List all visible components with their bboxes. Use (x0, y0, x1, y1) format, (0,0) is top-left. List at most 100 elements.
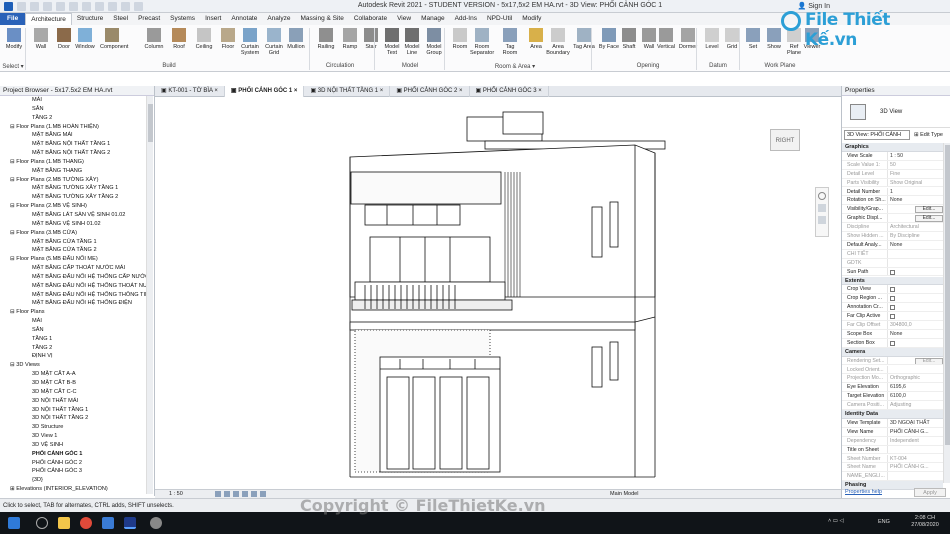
chrome-icon[interactable] (80, 517, 92, 529)
checkbox[interactable] (890, 305, 895, 311)
zoom-icon[interactable] (818, 204, 826, 212)
browser-view-item[interactable]: PHỐI CẢNH GÓC 1 (0, 450, 146, 459)
browser-view-item[interactable]: MÁI (0, 317, 146, 326)
ribbon-tab-modify[interactable]: Modify (517, 13, 546, 25)
browser-folder[interactable]: ⊟ Floor Plans (2.MB VỆ SINH) (0, 202, 146, 211)
browser-view-item[interactable]: {3D} (0, 476, 146, 485)
browser-view-item[interactable]: SÂN (0, 105, 146, 114)
browser-folder[interactable]: ⊟ Floor Plans (3.MB CỬA) (0, 229, 146, 238)
property-value[interactable] (887, 303, 943, 312)
sun-path-icon[interactable] (233, 491, 239, 497)
property-value[interactable]: 6100,0 (887, 392, 943, 401)
properties-section-camera[interactable]: Camera (842, 347, 943, 357)
section-icon[interactable] (121, 2, 130, 11)
ribbon-button-column-5[interactable]: Column (142, 27, 166, 61)
navigation-bar[interactable] (815, 187, 829, 237)
browser-view-item[interactable]: MẶT BẰNG TƯỜNG XÂY TẦNG 2 (0, 193, 146, 202)
ribbon-button-floor-8[interactable]: Floor (216, 27, 240, 61)
browser-view-item[interactable]: MÁI (0, 96, 146, 105)
type-selector[interactable]: 3D View (842, 96, 950, 128)
ribbon-button-model-group-17[interactable]: Model Group (422, 27, 446, 61)
view-tab-3[interactable]: ▣ PHỐI CẢNH GÓC 2 × (390, 86, 470, 97)
property-value[interactable] (887, 267, 943, 276)
properties-scrollbar[interactable] (943, 143, 950, 483)
steering-wheel-icon[interactable] (818, 192, 826, 200)
edit-button[interactable]: Edit... (915, 215, 943, 223)
browser-view-item[interactable]: SÂN (0, 326, 146, 335)
property-value[interactable]: 1 : 50 (887, 151, 943, 160)
ribbon-button-room-18[interactable]: Room (448, 27, 472, 61)
browser-view-item[interactable]: MẶT BẰNG CỬA TẦNG 1 (0, 238, 146, 247)
clock[interactable]: 2:08 CH 27/08/2020 (905, 515, 945, 529)
revit-taskbar-icon[interactable] (124, 517, 136, 529)
thin-lines-icon[interactable] (134, 2, 143, 11)
view-scale[interactable]: 1 : 50 (169, 491, 183, 497)
browser-view-item[interactable]: 3D NỘI THẤT MÁI (0, 397, 146, 406)
instance-selector[interactable]: 3D View: PHỐI CẢNH (844, 130, 910, 140)
property-value[interactable] (887, 312, 943, 320)
close-icon[interactable]: × (292, 88, 298, 94)
undo-icon[interactable] (43, 2, 52, 11)
property-value[interactable] (887, 445, 943, 454)
close-icon[interactable]: × (213, 88, 218, 94)
view-tab-2[interactable]: ▣ 3D NỘI THẤT TẦNG 1 × (304, 86, 391, 97)
browser-view-item[interactable]: MẶT BẰNG ĐẤU NỐI HỆ THỐNG THÔNG TIN (0, 291, 146, 300)
ribbon-tab-add-ins[interactable]: Add-Ins (450, 13, 482, 25)
redo-icon[interactable] (56, 2, 65, 11)
property-value[interactable] (887, 285, 943, 294)
ribbon-button-railing-12[interactable]: Railing (314, 27, 338, 61)
ribbon-button-ceiling-7[interactable]: Ceiling (192, 27, 216, 61)
ribbon-tab-structure[interactable]: Structure (72, 13, 108, 25)
edit-button[interactable]: Edit... (915, 206, 943, 214)
property-value[interactable] (887, 294, 943, 303)
ribbon-button-model-line-16[interactable]: Model Line (400, 27, 424, 61)
search-icon[interactable] (36, 517, 48, 529)
crop-view-icon[interactable] (251, 491, 257, 497)
ribbon-tab-analyze[interactable]: Analyze (262, 13, 295, 25)
property-value[interactable] (887, 338, 943, 347)
browser-view-item[interactable]: MẶT BẰNG ĐẤU NỐI HỆ THỐNG CẤP NƯỚC (0, 273, 146, 282)
text-icon[interactable] (95, 2, 104, 11)
browser-view-item[interactable]: MẶT BẰNG THANG (0, 167, 146, 176)
ribbon-group-select[interactable]: Select ▾ (0, 63, 26, 70)
ribbon-tab-file[interactable]: File (0, 13, 26, 25)
lock-view-icon[interactable] (260, 491, 266, 497)
browser-view-item[interactable]: MẶT BẰNG ĐẤU NỐI HỆ THỐNG THOÁT NƯỚC (0, 282, 146, 291)
browser-view-item[interactable]: MẶT BẰNG MÁI (0, 131, 146, 140)
browser-view-item[interactable]: PHỐI CẢNH GÓC 2 (0, 459, 146, 468)
volume-icon[interactable]: ◁ (839, 518, 843, 524)
property-value[interactable]: None (887, 329, 943, 338)
close-icon[interactable]: × (457, 88, 463, 94)
shadows-icon[interactable] (242, 491, 248, 497)
word-icon[interactable] (102, 517, 114, 529)
ribbon-button-tag-room-20[interactable]: Tag Room (498, 27, 522, 61)
open-icon[interactable] (17, 2, 26, 11)
ribbon-button-window-3[interactable]: Window (73, 27, 97, 61)
view-tab-1[interactable]: ▣ PHỐI CẢNH GÓC 1 × (224, 86, 305, 97)
ribbon-tab-annotate[interactable]: Annotate (226, 13, 262, 25)
orbit-icon[interactable] (818, 216, 826, 224)
ribbon-tab-precast[interactable]: Precast (133, 13, 165, 25)
browser-folder[interactable]: ⊞ Elevations (INTERIOR_ELEVATION) (0, 485, 146, 494)
close-icon[interactable]: × (537, 88, 542, 94)
ribbon-button-curtain-grid-10[interactable]: Curtain Grid (262, 27, 286, 61)
property-value[interactable]: 6195,6 (887, 383, 943, 392)
ribbon-button-wall-1[interactable]: Wall (29, 27, 53, 61)
ribbon-button-mullion-11[interactable]: Mullion (284, 27, 308, 61)
apply-button[interactable]: Apply (914, 488, 946, 497)
measure-icon[interactable] (82, 2, 91, 11)
browser-view-item[interactable]: 3D MẶT CẮT A-A (0, 370, 146, 379)
ribbon-button-room-separator-19[interactable]: Room Separator (470, 27, 494, 61)
ribbon-tab-collaborate[interactable]: Collaborate (349, 13, 392, 25)
properties-section-identity-data[interactable]: Identity Data (842, 410, 943, 419)
drawing-canvas[interactable]: RIGHT (155, 97, 841, 489)
ribbon-button-component-4[interactable]: Component (100, 27, 128, 61)
checkbox[interactable] (890, 287, 895, 293)
ribbon-tab-npd-util[interactable]: NPD-Util (482, 13, 517, 25)
edit-button[interactable]: Edit... (915, 357, 943, 365)
browser-scrollbar[interactable] (146, 96, 153, 494)
browser-view-item[interactable]: TẦNG 1 (0, 335, 146, 344)
view-tab-4[interactable]: ▣ PHỐI CẢNH GÓC 3 × (470, 86, 549, 97)
checkbox[interactable] (890, 269, 895, 275)
ribbon-tab-view[interactable]: View (392, 13, 416, 25)
